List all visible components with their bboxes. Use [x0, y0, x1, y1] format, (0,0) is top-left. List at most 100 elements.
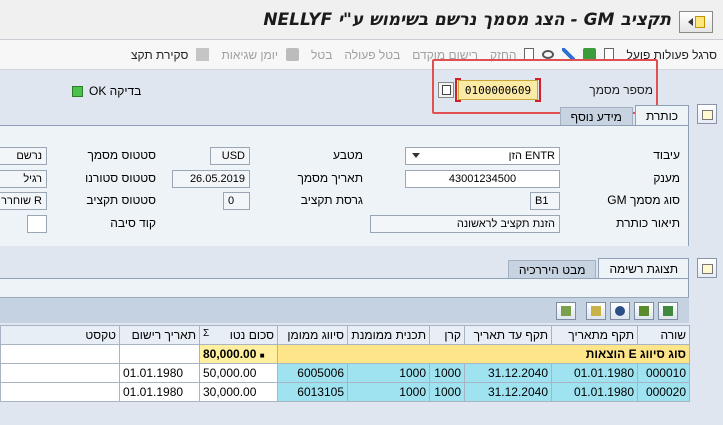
budget-status-field[interactable]: R שוחרר [0, 192, 47, 210]
edit-icon[interactable] [562, 48, 576, 61]
group-total-marker: ■ [259, 351, 265, 360]
title-bar: תקציב GM - הצג מסמך נרשם בשימוש ע"י NELL… [0, 0, 723, 40]
currency-label: מטבע [333, 148, 363, 162]
cell-valid-from: 01.01.1980 [551, 363, 638, 383]
cell-posting-date: 01.01.1980 [119, 382, 200, 402]
group-posting-date [119, 344, 200, 364]
toolbar-action-bar-label: סרגל פעולות פועל [626, 47, 717, 62]
copy-doc-icon[interactable] [438, 82, 454, 98]
reason-code-label: קוד סיבה [110, 216, 156, 230]
copy-document-icon[interactable] [524, 48, 535, 61]
main-area: מספר מסמך 0100000609 בדיקה OK כותרת מידע… [0, 59, 723, 425]
col-posting-date[interactable]: תאריך רישום [119, 325, 200, 345]
doc-number-label: מספר מסמך [589, 83, 653, 97]
col-valid-from[interactable]: תקף מתאריך [551, 325, 638, 345]
table-filter-button[interactable] [586, 302, 606, 320]
menu-button[interactable] [679, 11, 713, 33]
find-icon [615, 306, 625, 316]
cell-net-amount: 50,000.00 [199, 363, 278, 383]
check-status-label: בדיקה OK [89, 84, 142, 98]
header-desc-field[interactable]: הזנת תקציב לראשונה [370, 215, 560, 233]
toolbar-park-button[interactable]: רישום מוקדם [412, 48, 478, 62]
new-document-icon[interactable] [604, 48, 615, 61]
menu-doc-icon [694, 16, 705, 28]
processing-value: ENTR הזן [508, 150, 555, 162]
filter-icon [591, 306, 601, 316]
doc-date-label: תאריך מסמך [297, 171, 363, 185]
table-row[interactable]: 000010 01.01.1980 31.12.2040 1000 1000 6… [0, 363, 690, 383]
table-export-button[interactable] [556, 302, 576, 320]
expand-header-icon[interactable] [697, 104, 717, 124]
cell-sponsored-class: 6005006 [277, 363, 348, 383]
group-label: סוג סיווג E הוצאות [277, 344, 690, 364]
col-fund[interactable]: קרן [429, 325, 465, 345]
tab-additional-info[interactable]: מידע נוסף [559, 107, 633, 125]
group-text [0, 344, 120, 364]
doc-number-group: 0100000609 [438, 78, 558, 102]
currency-field[interactable]: USD [210, 147, 250, 165]
processing-dropdown[interactable]: ENTR הזן [405, 147, 560, 165]
group-total: ■ 80,000.00 [199, 344, 278, 364]
display-icon[interactable] [542, 50, 555, 59]
budget-version-label: גרסת תקציב [300, 193, 363, 207]
col-valid-to[interactable]: תקף עד תאריך [464, 325, 552, 345]
reversal-status-field[interactable]: רגיל [0, 170, 47, 188]
table-row[interactable]: 000020 01.01.1980 31.12.2040 1000 1000 6… [0, 382, 690, 402]
cell-program: 1000 [347, 382, 430, 402]
list-tabstrip: תצוגת רשימה מבט היררכיה [0, 258, 689, 278]
toolbar-hold-button[interactable]: החזק [490, 48, 516, 62]
toolbar-hold-label: החזק [490, 47, 517, 62]
budget-version-field[interactable]: 0 [223, 192, 250, 210]
doc-type-field[interactable]: B1 [530, 192, 560, 210]
cell-text [0, 363, 120, 383]
toolbar-undo-button[interactable]: בטל פעולה [344, 48, 400, 62]
toolbar-error-log-label: יומן שגיאות [221, 47, 279, 62]
cell-valid-to: 31.12.2040 [464, 363, 552, 383]
grantor-label: מענק [653, 171, 680, 185]
tab-header[interactable]: כותרת [634, 105, 689, 125]
budget-overview-icon [196, 48, 210, 61]
header-tabstrip: כותרת מידע נוסף [0, 105, 689, 125]
col-line[interactable]: שורה [637, 325, 690, 345]
toolbar-undo-label: בטל פעולה [344, 47, 401, 62]
table-header-row: שורה תקף מתאריך תקף עד תאריך קרן תכנית מ… [0, 325, 690, 345]
save-icon[interactable] [583, 48, 597, 61]
col-net-amount[interactable]: סכום נטו Σ [199, 325, 278, 345]
budget-status-label: סטטוס תקציב [86, 193, 156, 207]
col-sponsored-class[interactable]: סיווג ממומן [277, 325, 348, 345]
cell-sponsored-class: 6013105 [277, 382, 348, 402]
tab-hierarchy-view[interactable]: מבט היררכיה [507, 260, 597, 278]
cell-fund: 1000 [429, 382, 465, 402]
grantor-field[interactable]: 43001234500 [405, 170, 560, 188]
tab-list-view[interactable]: תצוגת רשימה [598, 258, 689, 278]
table-sort-button[interactable] [634, 302, 654, 320]
doc-status-field[interactable]: נרשם [0, 147, 47, 165]
cell-net-amount: 30,000.00 [199, 382, 278, 402]
col-net-amount-label: סכום נטו [229, 328, 274, 342]
doc-date-field[interactable]: 26.05.2019 [172, 170, 250, 188]
table-details-button[interactable] [658, 302, 678, 320]
expand-list-icon[interactable] [697, 258, 717, 278]
sum-icon: Σ [203, 328, 210, 339]
col-program[interactable]: תכנית ממומנת [347, 325, 430, 345]
group-row[interactable]: סוג סיווג E הוצאות ■ 80,000.00 [0, 344, 690, 364]
toolbar-action-bar-button[interactable]: סרגל פעולות פועל [626, 48, 717, 62]
cell-valid-to: 31.12.2040 [464, 382, 552, 402]
cell-text [0, 382, 120, 402]
doc-number-field[interactable]: 0100000609 [455, 78, 541, 102]
table-find-button[interactable] [610, 302, 630, 320]
toolbar-cancel-button[interactable]: בטל [311, 48, 332, 62]
reason-code-field[interactable] [27, 215, 47, 233]
cell-valid-from: 01.01.1980 [551, 382, 638, 402]
table-toolbar [0, 297, 689, 323]
details-icon [663, 306, 673, 316]
toolbar-budget-overview-button[interactable]: סקירת תקצ [131, 48, 210, 62]
cell-program: 1000 [347, 363, 430, 383]
toolbar-error-log-button[interactable]: יומן שגיאות [221, 47, 300, 62]
window-title: תקציב GM - הצג מסמך נרשם בשימוש ע"י NELL… [263, 10, 671, 30]
dropdown-arrow-icon [412, 153, 420, 158]
col-text[interactable]: טקסט [0, 325, 120, 345]
cell-line: 000010 [637, 363, 690, 383]
cell-fund: 1000 [429, 363, 465, 383]
menu-arrow-icon [687, 18, 693, 26]
